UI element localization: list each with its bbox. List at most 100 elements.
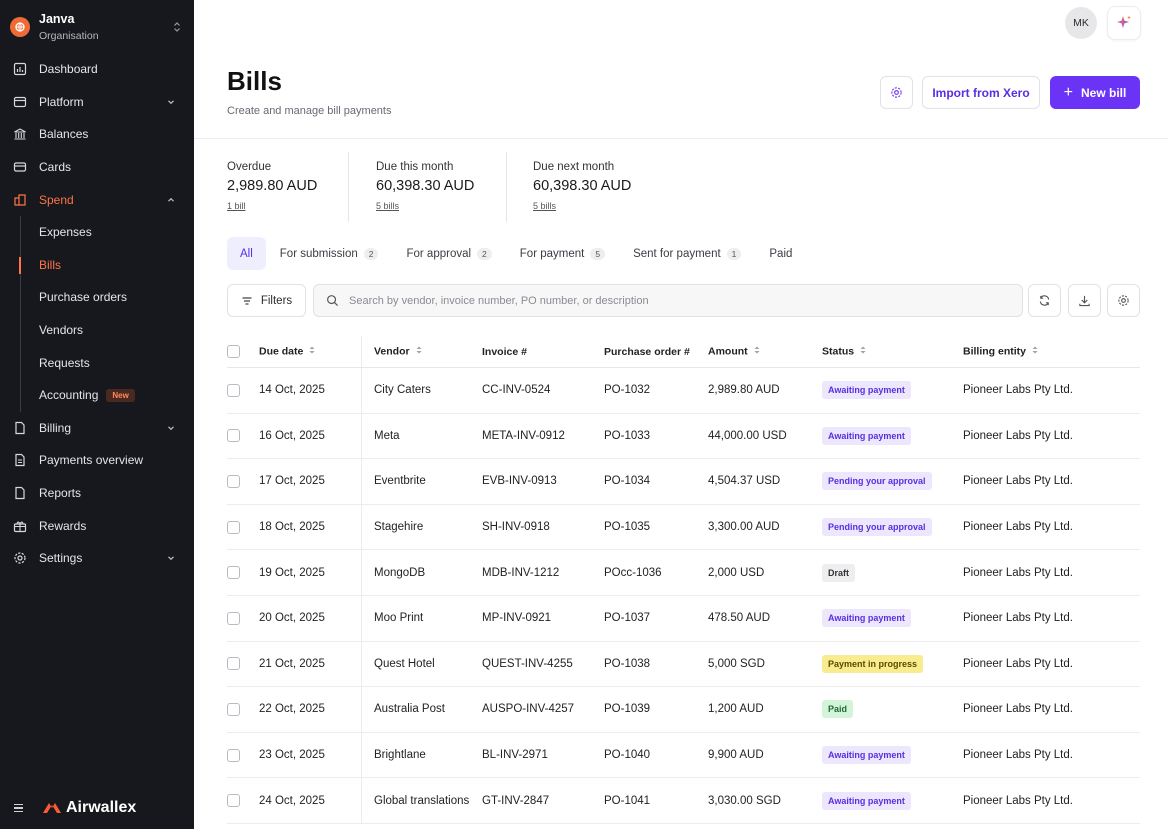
sidebar-item-label: Settings <box>39 551 83 566</box>
bank-icon <box>13 127 27 141</box>
cell-billing-entity: Pioneer Labs Pty Ltd. <box>963 384 1073 397</box>
search-bar <box>313 284 1023 317</box>
new-bill-button[interactable]: + New bill <box>1050 76 1140 109</box>
row-checkbox[interactable] <box>227 794 240 808</box>
tab-label: For approval <box>406 247 472 260</box>
sidebar-item-rewards[interactable]: Rewards <box>0 509 194 542</box>
sidebar-item-expenses[interactable]: Expenses <box>0 216 194 249</box>
cell-invoice: MP-INV-0921 <box>482 612 552 625</box>
sidebar-item-balances[interactable]: Balances <box>0 118 194 151</box>
cell-vendor: Quest Hotel <box>374 657 435 670</box>
ai-assistant-button[interactable] <box>1107 6 1141 40</box>
sidebar-item-spend[interactable]: Spend <box>0 183 194 216</box>
column-label: Vendor <box>374 345 410 358</box>
bills-table: Due date Vendor Invoice # Purchase order… <box>227 336 1140 824</box>
receipt-icon <box>13 453 27 467</box>
column-status[interactable]: Status <box>822 345 963 358</box>
refresh-button[interactable] <box>1028 284 1061 317</box>
sidebar-item-bills[interactable]: Bills <box>0 249 194 282</box>
tab-count: 1 <box>726 247 742 260</box>
row-checkbox[interactable] <box>227 657 240 671</box>
cell-invoice: GT-INV-2847 <box>482 794 550 807</box>
sidebar-item-dashboard[interactable]: Dashboard <box>0 53 194 86</box>
table-row[interactable]: 23 Oct, 2025 Brightlane BL-INV-2971 PO-1… <box>227 732 1140 779</box>
table-row[interactable]: 24 Oct, 2025 Global translations GT-INV-… <box>227 778 1140 824</box>
cell-billing-entity: Pioneer Labs Pty Ltd. <box>963 657 1073 670</box>
sidebar-item-vendors[interactable]: Vendors <box>0 314 194 347</box>
page-subtitle: Create and manage bill payments <box>227 105 392 117</box>
menu-icon[interactable] <box>14 802 26 814</box>
row-checkbox[interactable] <box>227 566 240 580</box>
status-tabs: All For submission 2 For approval 2 For pa… <box>227 237 806 270</box>
chevron-down-icon <box>166 553 176 563</box>
cell-vendor: City Caters <box>374 384 431 397</box>
table-row[interactable]: 21 Oct, 2025 Quest Hotel QUEST-INV-4255 … <box>227 641 1140 688</box>
sidebar-item-platform[interactable]: Platform <box>0 86 194 119</box>
column-divider <box>361 504 362 550</box>
tab-for-payment[interactable]: For payment 5 <box>506 237 619 270</box>
column-divider <box>361 368 362 413</box>
table-settings-button[interactable] <box>1107 284 1140 317</box>
cell-amount: 44,000.00 USD <box>708 429 787 442</box>
sidebar-item-requests[interactable]: Requests <box>0 346 194 379</box>
sidebar-item-reports[interactable]: Reports <box>0 477 194 510</box>
sidebar-item-cards[interactable]: Cards <box>0 151 194 184</box>
header-divider <box>194 138 1168 139</box>
tab-label: Sent for payment <box>633 247 721 260</box>
row-checkbox[interactable] <box>227 520 240 534</box>
cell-invoice: CC-INV-0524 <box>482 384 551 397</box>
table-row[interactable]: 16 Oct, 2025 Meta META-INV-0912 PO-1033 … <box>227 413 1140 460</box>
cell-invoice: MDB-INV-1212 <box>482 566 560 579</box>
column-divider <box>361 687 362 732</box>
search-icon <box>327 295 339 307</box>
sidebar-item-purchase-orders[interactable]: Purchase orders <box>0 281 194 314</box>
summary-link[interactable]: 5 bills <box>533 201 556 211</box>
column-amount[interactable]: Amount <box>708 345 822 358</box>
cell-billing-entity: Pioneer Labs Pty Ltd. <box>963 566 1073 579</box>
table-row[interactable]: 19 Oct, 2025 MongoDB MDB-INV-1212 POcc-1… <box>227 550 1140 596</box>
row-checkbox[interactable] <box>227 748 240 762</box>
row-checkbox[interactable] <box>227 429 240 443</box>
column-vendor[interactable]: Vendor <box>361 345 482 358</box>
cell-billing-entity: Pioneer Labs Pty Ltd. <box>963 612 1073 625</box>
tab-paid[interactable]: Paid <box>755 237 806 270</box>
select-all-checkbox[interactable] <box>227 345 240 358</box>
gear-icon <box>13 551 27 565</box>
table-row[interactable]: 14 Oct, 2025 City Caters CC-INV-0524 PO-… <box>227 368 1140 414</box>
row-checkbox[interactable] <box>227 383 240 397</box>
table-row[interactable]: 22 Oct, 2025 Australia Post AUSPO-INV-42… <box>227 687 1140 733</box>
row-checkbox[interactable] <box>227 611 240 625</box>
filters-button[interactable]: Filters <box>227 284 306 317</box>
column-label: Due date <box>259 345 304 358</box>
tab-for-approval[interactable]: For approval 2 <box>392 237 505 270</box>
sidebar-item-accounting[interactable]: Accounting New <box>0 379 194 412</box>
sidebar-item-billing[interactable]: Billing <box>0 412 194 445</box>
avatar[interactable]: MK <box>1065 7 1097 39</box>
table-row[interactable]: 17 Oct, 2025 Eventbrite EVB-INV-0913 PO-… <box>227 459 1140 505</box>
column-divider <box>361 595 362 641</box>
row-checkbox[interactable] <box>227 702 240 716</box>
search-input[interactable] <box>349 294 989 307</box>
tab-sent-for-payment[interactable]: Sent for payment 1 <box>619 237 755 270</box>
import-from-xero-button[interactable]: Import from Xero <box>922 76 1040 109</box>
tab-for-submission[interactable]: For submission 2 <box>266 237 393 270</box>
sort-icon <box>860 345 866 358</box>
table-row[interactable]: 18 Oct, 2025 Stagehire SH-INV-0918 PO-10… <box>227 504 1140 551</box>
org-name: Janva <box>39 11 75 26</box>
status-badge: Awaiting payment <box>822 791 911 810</box>
download-button[interactable] <box>1068 284 1101 317</box>
cell-purchase-order: PO-1041 <box>604 794 651 807</box>
sidebar-item-payments-overview[interactable]: Payments overview <box>0 444 194 477</box>
column-billing-entity[interactable]: Billing entity <box>963 345 1140 358</box>
table-row[interactable]: 20 Oct, 2025 Moo Print MP-INV-0921 PO-10… <box>227 595 1140 642</box>
org-switcher[interactable]: Janva Organisation <box>10 10 182 44</box>
column-label: Billing entity <box>963 345 1026 358</box>
row-checkbox[interactable] <box>227 474 240 488</box>
column-due-date[interactable]: Due date <box>259 345 361 358</box>
summary-link[interactable]: 1 bill <box>227 201 246 211</box>
summary-link[interactable]: 5 bills <box>376 201 399 211</box>
sparkle-icon <box>1117 15 1131 28</box>
tab-all[interactable]: All <box>227 237 266 270</box>
sidebar-item-settings[interactable]: Settings <box>0 542 194 575</box>
bills-settings-button[interactable] <box>880 76 913 109</box>
